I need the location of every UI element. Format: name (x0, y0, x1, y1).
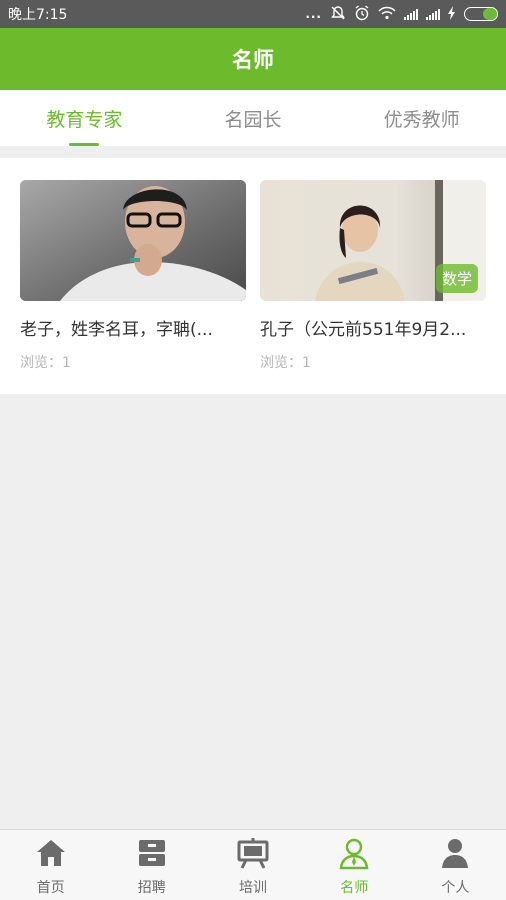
view-count: 浏览：1 (260, 355, 311, 371)
tab-label: 名园长 (224, 108, 282, 131)
teacher-icon (337, 836, 371, 874)
page-title: 名师 (232, 48, 274, 72)
teacher-card[interactable]: 老子，姓李名耳，字聃(... 浏览：1 (20, 180, 246, 394)
view-count: 浏览：1 (20, 355, 71, 371)
nav-recruitment[interactable]: 招聘 (101, 830, 202, 900)
tab-bar: 教育专家 名园长 优秀教师 (0, 90, 506, 146)
status-time: 晚上7:15 (8, 7, 68, 23)
alarm-icon (354, 4, 370, 24)
person-icon (438, 836, 472, 874)
wifi-icon (378, 6, 396, 23)
subject-tag: 数学 (435, 264, 478, 293)
tab-label: 教育专家 (46, 108, 123, 131)
nav-label: 名师 (340, 880, 369, 896)
nav-training[interactable]: 培训 (202, 830, 303, 900)
nav-home[interactable]: 首页 (0, 830, 101, 900)
tab-famous-principals[interactable]: 名园长 (169, 90, 338, 146)
card-title: 老子，姓李名耳，字聃(... (20, 320, 213, 340)
teacher-photo: 数学 (260, 180, 486, 301)
notification-dots-icon: ... (305, 7, 322, 21)
nav-famous-teachers[interactable]: 名师 (304, 830, 405, 900)
tab-education-experts[interactable]: 教育专家 (0, 90, 169, 146)
status-icons: ... (305, 4, 498, 24)
mute-icon (330, 5, 346, 24)
nav-label: 个人 (441, 880, 470, 896)
card-title: 孔子（公元前551年9月2... (260, 320, 467, 340)
battery-icon (464, 7, 498, 21)
bottom-navigation: 首页 招聘 培训 名师 个人 (0, 829, 506, 900)
cabinet-icon (135, 836, 169, 874)
teacher-card[interactable]: 数学 孔子（公元前551年9月2... 浏览：1 (260, 180, 486, 394)
signal-icon (404, 8, 418, 20)
home-icon (34, 836, 68, 874)
tab-excellent-teachers[interactable]: 优秀教师 (337, 90, 506, 146)
status-bar: 晚上7:15 ... (0, 0, 506, 28)
page-header: 名师 (0, 28, 506, 90)
tab-label: 优秀教师 (383, 108, 460, 131)
nav-label: 培训 (239, 880, 267, 896)
nav-label: 首页 (36, 880, 65, 896)
teacher-photo (20, 180, 246, 301)
teacher-card-list: 老子，姓李名耳，字聃(... 浏览：1 数学 孔子（公元前551年9月2... … (0, 158, 506, 394)
easel-icon (236, 836, 270, 874)
nav-personal[interactable]: 个人 (405, 830, 506, 900)
charging-icon (448, 5, 456, 23)
nav-label: 招聘 (137, 880, 166, 896)
signal-icon (426, 8, 440, 20)
